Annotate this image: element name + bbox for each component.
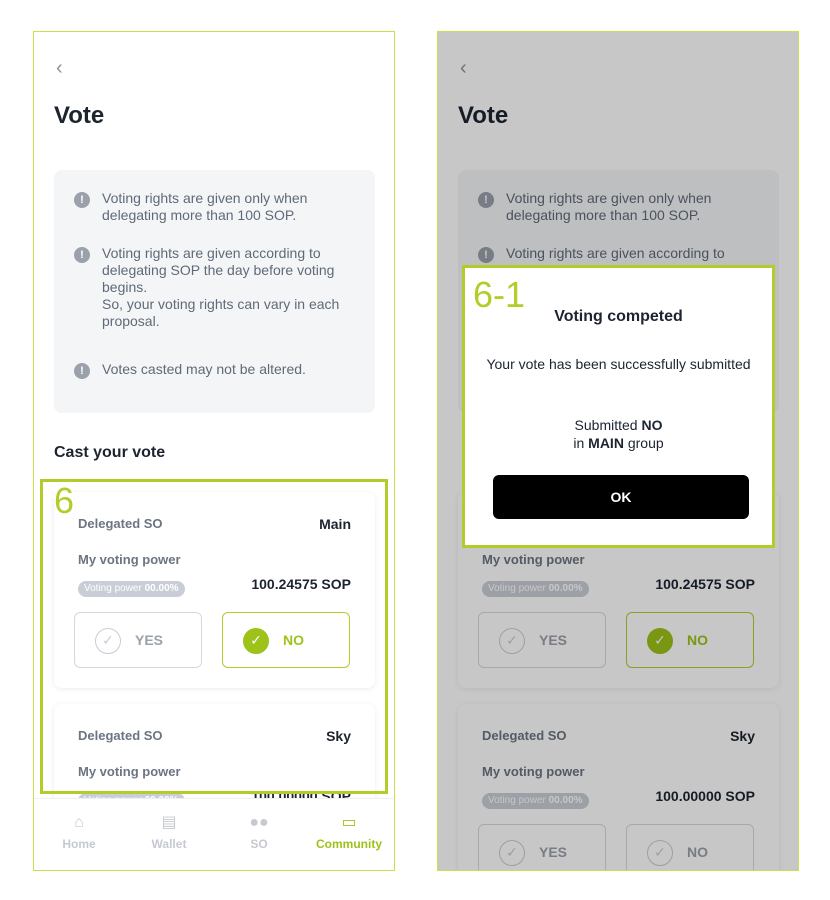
notice-text: Votes casted may not be altered. <box>102 361 306 377</box>
nav-community[interactable]: ▭ Community <box>304 813 394 851</box>
nav-label: Community <box>316 837 382 851</box>
phone-screen-vote-complete: ‹ Vote ! Voting rights are given only wh… <box>437 31 799 871</box>
dialog-summary: Submitted NO in MAIN group <box>465 416 772 452</box>
submitted-prefix: Submitted <box>574 417 638 433</box>
notice-text: Voting rights are given according to del… <box>102 245 340 329</box>
group-prefix: in <box>573 435 585 451</box>
phone-screen-vote: ‹ Vote ! Voting rights are given only wh… <box>33 31 395 871</box>
bottom-nav: ⌂ Home ▤ Wallet ●● SO ▭ Community <box>34 798 394 870</box>
section-title: Cast your vote <box>54 444 166 461</box>
vote-complete-dialog: 6-1 Voting competed Your vote has been s… <box>462 265 775 548</box>
nav-wallet[interactable]: ▤ Wallet <box>124 813 214 851</box>
page-title: Vote <box>54 102 105 129</box>
nav-so[interactable]: ●● SO <box>214 813 304 851</box>
nav-label: Wallet <box>151 837 187 851</box>
dialog-title: Voting competed <box>554 308 683 325</box>
nav-home[interactable]: ⌂ Home <box>34 813 124 851</box>
notice-text: Voting rights are given only when delega… <box>102 190 308 223</box>
home-icon: ⌂ <box>74 814 84 831</box>
wallet-icon: ▤ <box>161 814 177 831</box>
notice-box: ! Voting rights are given only when dele… <box>54 170 375 413</box>
annotation-number: 6 <box>54 480 75 521</box>
nav-label: SO <box>250 837 268 851</box>
info-icon: ! <box>74 363 90 379</box>
info-icon: ! <box>74 192 90 208</box>
group-name: MAIN <box>588 435 624 451</box>
ok-button[interactable]: OK <box>493 475 749 519</box>
people-icon: ●● <box>249 814 269 831</box>
annotation-frame <box>40 479 388 794</box>
submitted-choice: NO <box>641 417 663 433</box>
nav-label: Home <box>62 837 96 851</box>
dialog-message: Your vote has been successfully submitte… <box>486 356 751 372</box>
chat-icon: ▭ <box>341 814 357 831</box>
back-chevron-icon[interactable]: ‹ <box>56 58 74 78</box>
group-suffix: group <box>627 435 664 451</box>
info-icon: ! <box>74 247 90 263</box>
